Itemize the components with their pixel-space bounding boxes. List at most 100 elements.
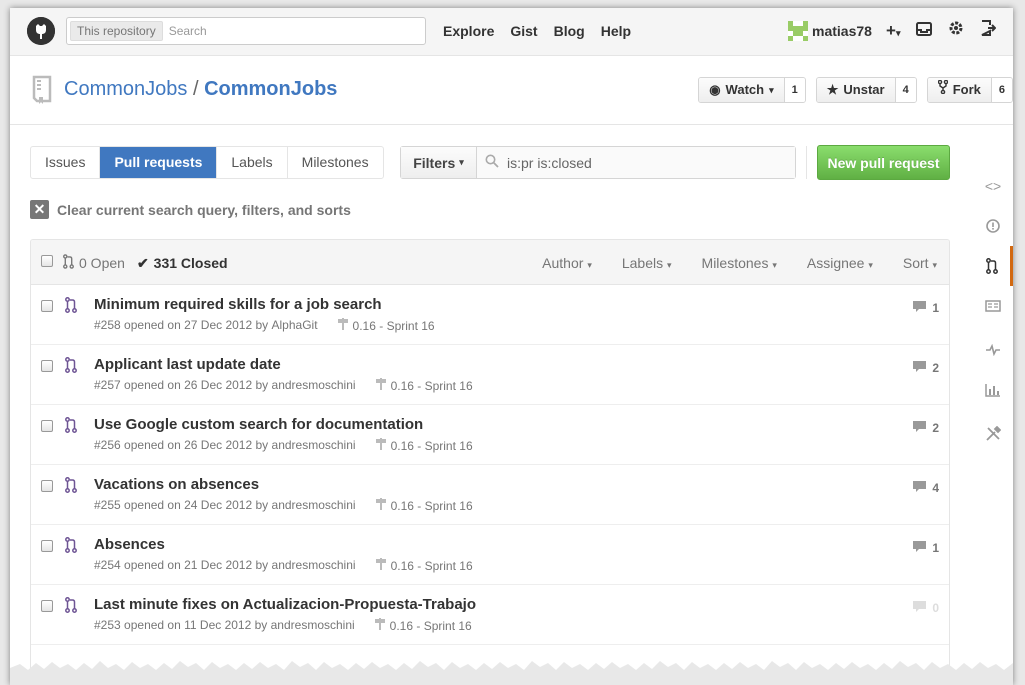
pr-opened-text: opened on 26 Dec 2012 by bbox=[124, 378, 269, 392]
watch-button[interactable]: ◉ Watch ▾ 1 bbox=[698, 77, 806, 103]
pr-comment-count: 2 bbox=[932, 361, 939, 375]
comment-icon bbox=[912, 540, 927, 556]
tab-issues[interactable]: Issues bbox=[31, 147, 99, 178]
gear-icon[interactable] bbox=[948, 20, 964, 41]
chevron-down-icon: ▾ bbox=[667, 260, 672, 270]
repo-name-link[interactable]: CommonJobs bbox=[204, 78, 337, 100]
pr-comment-count: 2 bbox=[932, 421, 939, 435]
unstar-button[interactable]: ★ Unstar 4 bbox=[815, 77, 917, 103]
milestone-icon bbox=[375, 378, 386, 393]
search-input[interactable] bbox=[162, 24, 413, 38]
plus-icon[interactable]: +▾ bbox=[886, 21, 900, 41]
pr-title-link[interactable]: Use Google custom search for documentati… bbox=[94, 416, 423, 433]
milestones-filter-label: Milestones bbox=[701, 255, 769, 271]
pr-milestone-link[interactable]: 0.16 - Sprint 16 bbox=[375, 498, 473, 513]
graph-icon[interactable] bbox=[973, 370, 1013, 410]
pr-milestone-link[interactable]: 0.16 - Sprint 16 bbox=[375, 378, 473, 393]
table-row[interactable]: Applicant last update date #257 opened on… bbox=[31, 345, 949, 405]
pull-request-list: 0 Open ✔ 331 Closed Author ▾ Labels ▾ Mi… bbox=[30, 239, 950, 685]
pr-comments-link[interactable]: 2 bbox=[912, 420, 939, 436]
labels-filter[interactable]: Labels ▾ bbox=[622, 255, 672, 271]
row-checkbox[interactable] bbox=[41, 540, 53, 552]
row-checkbox[interactable] bbox=[41, 300, 53, 312]
list-filters: Author ▾ Labels ▾ Milestones ▾ Assignee … bbox=[542, 255, 937, 271]
repo-sidebar: <> bbox=[973, 166, 1013, 454]
nav-explore[interactable]: Explore bbox=[443, 23, 494, 39]
pr-comments-link[interactable]: 0 bbox=[912, 600, 939, 616]
pr-title-link[interactable]: Vacations on absences bbox=[94, 476, 259, 493]
nav-help[interactable]: Help bbox=[601, 23, 631, 39]
new-pull-request-button[interactable]: New pull request bbox=[817, 145, 950, 180]
open-count: 0 Open bbox=[79, 255, 125, 271]
sign-out-icon[interactable] bbox=[980, 20, 997, 41]
pr-opened-text: opened on 24 Dec 2012 by bbox=[124, 498, 269, 512]
pr-author-link[interactable]: andresmoschini bbox=[272, 498, 356, 513]
tab-pull-requests[interactable]: Pull requests bbox=[99, 147, 217, 178]
pulse-icon[interactable] bbox=[973, 330, 1013, 370]
pr-milestone-link[interactable]: 0.16 - Sprint 16 bbox=[375, 438, 473, 453]
nav-gist[interactable]: Gist bbox=[510, 23, 537, 39]
pr-author-link[interactable]: andresmoschini bbox=[272, 558, 356, 573]
pr-title-link[interactable]: Last minute fixes on Actualizacion-Propu… bbox=[94, 596, 476, 613]
milestone-icon bbox=[375, 438, 386, 453]
open-filter[interactable]: 0 Open bbox=[63, 254, 125, 272]
state-toggle: 0 Open ✔ 331 Closed bbox=[63, 254, 228, 272]
sort-dropdown[interactable]: Sort ▾ bbox=[903, 255, 937, 271]
filter-query-input[interactable]: is:pr is:closed bbox=[477, 147, 795, 178]
watch-count[interactable]: 1 bbox=[783, 78, 805, 102]
row-checkbox[interactable] bbox=[41, 600, 53, 612]
pr-milestone-link[interactable]: 0.16 - Sprint 16 bbox=[374, 618, 472, 633]
clear-filters-link[interactable]: ✕ Clear current search query, filters, a… bbox=[30, 200, 351, 219]
wiki-icon[interactable] bbox=[973, 286, 1013, 326]
fork-button[interactable]: Fork 6 bbox=[926, 77, 1013, 103]
table-row[interactable]: Last minute fixes on Actualizacion-Propu… bbox=[31, 585, 949, 645]
github-logo-icon[interactable] bbox=[27, 17, 55, 45]
code-icon[interactable]: <> bbox=[973, 166, 1013, 206]
pr-author-link[interactable]: andresmoschini bbox=[271, 618, 355, 633]
pr-author-link[interactable]: andresmoschini bbox=[272, 438, 356, 453]
repo-title: CommonJobs / CommonJobs bbox=[64, 78, 337, 101]
header-search[interactable]: This repository bbox=[66, 17, 426, 45]
settings-icon[interactable] bbox=[973, 414, 1013, 454]
pr-comments-link[interactable]: 2 bbox=[912, 360, 939, 376]
filters-dropdown[interactable]: Filters ▾ bbox=[401, 147, 477, 178]
pr-comments-link[interactable]: 1 bbox=[912, 540, 939, 556]
row-checkbox[interactable] bbox=[41, 420, 53, 432]
table-row[interactable]: Minimum required skills for a job search… bbox=[31, 285, 949, 345]
nav-blog[interactable]: Blog bbox=[554, 23, 585, 39]
pull-request-icon bbox=[65, 417, 77, 436]
pr-author-link[interactable]: andresmoschini bbox=[272, 378, 356, 393]
closed-filter[interactable]: ✔ 331 Closed bbox=[137, 255, 228, 272]
row-checkbox[interactable] bbox=[41, 360, 53, 372]
user-menu[interactable]: matias78 bbox=[788, 21, 872, 41]
inbox-icon[interactable] bbox=[916, 21, 933, 41]
issue-icon[interactable] bbox=[973, 206, 1013, 246]
select-all-checkbox[interactable] bbox=[41, 255, 53, 267]
tab-labels[interactable]: Labels bbox=[216, 147, 286, 178]
pr-milestone-label: 0.16 - Sprint 16 bbox=[390, 558, 473, 573]
pr-title-link[interactable]: Minimum required skills for a job search bbox=[94, 296, 382, 313]
row-checkbox[interactable] bbox=[41, 480, 53, 492]
table-row[interactable]: Use Google custom search for documentati… bbox=[31, 405, 949, 465]
repo-owner-link[interactable]: CommonJobs bbox=[64, 78, 187, 100]
pr-comments-link[interactable]: 1 bbox=[912, 300, 939, 316]
pr-title-link[interactable]: Absences bbox=[94, 536, 165, 553]
comment-icon bbox=[912, 600, 927, 616]
pr-comments-link[interactable]: 4 bbox=[912, 480, 939, 496]
pr-opened-text: opened on 11 Dec 2012 by bbox=[124, 618, 268, 632]
pr-title-link[interactable]: Applicant last update date bbox=[94, 356, 281, 373]
pr-milestone-link[interactable]: 0.16 - Sprint 16 bbox=[337, 318, 435, 333]
close-icon: ✕ bbox=[30, 200, 49, 219]
author-filter[interactable]: Author ▾ bbox=[542, 255, 592, 271]
pr-author-link[interactable]: AlphaGit bbox=[272, 318, 318, 333]
chevron-down-icon: ▾ bbox=[459, 157, 464, 167]
assignee-filter[interactable]: Assignee ▾ bbox=[807, 255, 873, 271]
pull-request-icon[interactable] bbox=[973, 246, 1013, 286]
pr-milestone-link[interactable]: 0.16 - Sprint 16 bbox=[375, 558, 473, 573]
table-row[interactable]: Absences #254 opened on 21 Dec 2012 by an… bbox=[31, 525, 949, 585]
fork-count[interactable]: 6 bbox=[990, 78, 1012, 102]
milestones-filter[interactable]: Milestones ▾ bbox=[702, 255, 777, 271]
tab-milestones[interactable]: Milestones bbox=[286, 147, 383, 178]
star-count[interactable]: 4 bbox=[894, 78, 916, 102]
table-row[interactable]: Vacations on absences #255 opened on 24 D… bbox=[31, 465, 949, 525]
